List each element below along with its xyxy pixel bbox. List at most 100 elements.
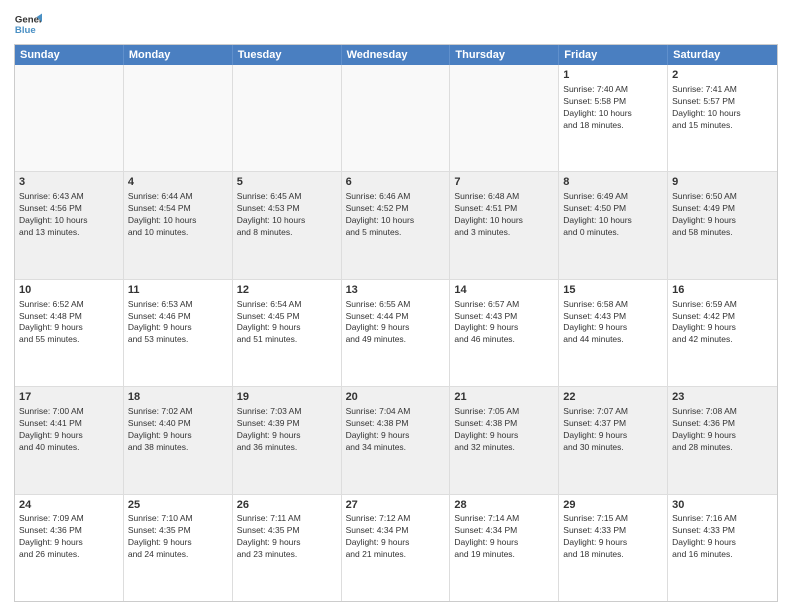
day-number: 29 [563,498,663,513]
svg-text:General: General [15,14,42,25]
calendar-empty-cell [450,65,559,171]
day-number: 24 [19,498,119,513]
calendar-day-cell: 10Sunrise: 6:52 AM Sunset: 4:48 PM Dayli… [15,280,124,386]
day-number: 11 [128,283,228,298]
day-info: Sunrise: 7:08 AM Sunset: 4:36 PM Dayligh… [672,406,773,454]
svg-text:Blue: Blue [15,25,36,36]
logo: General Blue [14,10,42,38]
weekday-header: Monday [124,45,233,65]
day-info: Sunrise: 7:05 AM Sunset: 4:38 PM Dayligh… [454,406,554,454]
day-info: Sunrise: 7:00 AM Sunset: 4:41 PM Dayligh… [19,406,119,454]
day-info: Sunrise: 6:48 AM Sunset: 4:51 PM Dayligh… [454,191,554,239]
weekday-header: Friday [559,45,668,65]
calendar-day-cell: 23Sunrise: 7:08 AM Sunset: 4:36 PM Dayli… [668,387,777,493]
day-info: Sunrise: 6:44 AM Sunset: 4:54 PM Dayligh… [128,191,228,239]
header: General Blue [14,10,778,38]
calendar-day-cell: 6Sunrise: 6:46 AM Sunset: 4:52 PM Daylig… [342,172,451,278]
calendar-day-cell: 29Sunrise: 7:15 AM Sunset: 4:33 PM Dayli… [559,495,668,601]
day-info: Sunrise: 7:09 AM Sunset: 4:36 PM Dayligh… [19,513,119,561]
calendar-empty-cell [124,65,233,171]
logo-icon: General Blue [14,10,42,38]
day-info: Sunrise: 7:02 AM Sunset: 4:40 PM Dayligh… [128,406,228,454]
day-number: 10 [19,283,119,298]
day-info: Sunrise: 7:12 AM Sunset: 4:34 PM Dayligh… [346,513,446,561]
day-number: 18 [128,390,228,405]
calendar-day-cell: 7Sunrise: 6:48 AM Sunset: 4:51 PM Daylig… [450,172,559,278]
day-number: 7 [454,175,554,190]
day-info: Sunrise: 6:53 AM Sunset: 4:46 PM Dayligh… [128,299,228,347]
calendar-day-cell: 9Sunrise: 6:50 AM Sunset: 4:49 PM Daylig… [668,172,777,278]
calendar-day-cell: 12Sunrise: 6:54 AM Sunset: 4:45 PM Dayli… [233,280,342,386]
day-number: 2 [672,68,773,83]
weekday-header: Sunday [15,45,124,65]
weekday-header: Tuesday [233,45,342,65]
day-info: Sunrise: 6:45 AM Sunset: 4:53 PM Dayligh… [237,191,337,239]
page: General Blue SundayMondayTuesdayWednesda… [0,0,792,612]
day-number: 8 [563,175,663,190]
day-number: 23 [672,390,773,405]
calendar-day-cell: 1Sunrise: 7:40 AM Sunset: 5:58 PM Daylig… [559,65,668,171]
weekday-header: Thursday [450,45,559,65]
calendar-day-cell: 21Sunrise: 7:05 AM Sunset: 4:38 PM Dayli… [450,387,559,493]
calendar-empty-cell [15,65,124,171]
day-info: Sunrise: 7:03 AM Sunset: 4:39 PM Dayligh… [237,406,337,454]
calendar-row: 24Sunrise: 7:09 AM Sunset: 4:36 PM Dayli… [15,494,777,601]
calendar-day-cell: 5Sunrise: 6:45 AM Sunset: 4:53 PM Daylig… [233,172,342,278]
calendar-day-cell: 27Sunrise: 7:12 AM Sunset: 4:34 PM Dayli… [342,495,451,601]
day-info: Sunrise: 6:58 AM Sunset: 4:43 PM Dayligh… [563,299,663,347]
day-number: 19 [237,390,337,405]
weekday-header: Wednesday [342,45,451,65]
calendar-row: 17Sunrise: 7:00 AM Sunset: 4:41 PM Dayli… [15,386,777,493]
calendar-day-cell: 16Sunrise: 6:59 AM Sunset: 4:42 PM Dayli… [668,280,777,386]
calendar-day-cell: 30Sunrise: 7:16 AM Sunset: 4:33 PM Dayli… [668,495,777,601]
day-number: 30 [672,498,773,513]
day-info: Sunrise: 7:40 AM Sunset: 5:58 PM Dayligh… [563,84,663,132]
day-number: 27 [346,498,446,513]
calendar-day-cell: 19Sunrise: 7:03 AM Sunset: 4:39 PM Dayli… [233,387,342,493]
day-info: Sunrise: 7:14 AM Sunset: 4:34 PM Dayligh… [454,513,554,561]
day-number: 25 [128,498,228,513]
day-info: Sunrise: 7:04 AM Sunset: 4:38 PM Dayligh… [346,406,446,454]
weekday-header: Saturday [668,45,777,65]
calendar-row: 1Sunrise: 7:40 AM Sunset: 5:58 PM Daylig… [15,65,777,171]
day-number: 9 [672,175,773,190]
calendar-day-cell: 24Sunrise: 7:09 AM Sunset: 4:36 PM Dayli… [15,495,124,601]
day-info: Sunrise: 6:57 AM Sunset: 4:43 PM Dayligh… [454,299,554,347]
calendar-day-cell: 8Sunrise: 6:49 AM Sunset: 4:50 PM Daylig… [559,172,668,278]
day-info: Sunrise: 6:49 AM Sunset: 4:50 PM Dayligh… [563,191,663,239]
calendar-day-cell: 11Sunrise: 6:53 AM Sunset: 4:46 PM Dayli… [124,280,233,386]
day-number: 1 [563,68,663,83]
calendar-day-cell: 28Sunrise: 7:14 AM Sunset: 4:34 PM Dayli… [450,495,559,601]
day-number: 6 [346,175,446,190]
calendar-empty-cell [342,65,451,171]
calendar-body: 1Sunrise: 7:40 AM Sunset: 5:58 PM Daylig… [15,65,777,601]
day-number: 3 [19,175,119,190]
day-number: 12 [237,283,337,298]
calendar-day-cell: 26Sunrise: 7:11 AM Sunset: 4:35 PM Dayli… [233,495,342,601]
day-number: 17 [19,390,119,405]
day-number: 22 [563,390,663,405]
calendar-day-cell: 25Sunrise: 7:10 AM Sunset: 4:35 PM Dayli… [124,495,233,601]
day-info: Sunrise: 6:50 AM Sunset: 4:49 PM Dayligh… [672,191,773,239]
day-info: Sunrise: 7:15 AM Sunset: 4:33 PM Dayligh… [563,513,663,561]
day-info: Sunrise: 7:10 AM Sunset: 4:35 PM Dayligh… [128,513,228,561]
calendar-day-cell: 14Sunrise: 6:57 AM Sunset: 4:43 PM Dayli… [450,280,559,386]
calendar-day-cell: 18Sunrise: 7:02 AM Sunset: 4:40 PM Dayli… [124,387,233,493]
day-number: 21 [454,390,554,405]
day-number: 14 [454,283,554,298]
day-number: 16 [672,283,773,298]
day-info: Sunrise: 6:55 AM Sunset: 4:44 PM Dayligh… [346,299,446,347]
day-number: 5 [237,175,337,190]
day-number: 4 [128,175,228,190]
day-number: 13 [346,283,446,298]
day-number: 26 [237,498,337,513]
calendar-row: 3Sunrise: 6:43 AM Sunset: 4:56 PM Daylig… [15,171,777,278]
day-info: Sunrise: 6:59 AM Sunset: 4:42 PM Dayligh… [672,299,773,347]
day-number: 20 [346,390,446,405]
calendar-day-cell: 15Sunrise: 6:58 AM Sunset: 4:43 PM Dayli… [559,280,668,386]
calendar-header: SundayMondayTuesdayWednesdayThursdayFrid… [15,45,777,65]
day-info: Sunrise: 7:41 AM Sunset: 5:57 PM Dayligh… [672,84,773,132]
calendar-empty-cell [233,65,342,171]
day-info: Sunrise: 7:07 AM Sunset: 4:37 PM Dayligh… [563,406,663,454]
day-info: Sunrise: 7:11 AM Sunset: 4:35 PM Dayligh… [237,513,337,561]
